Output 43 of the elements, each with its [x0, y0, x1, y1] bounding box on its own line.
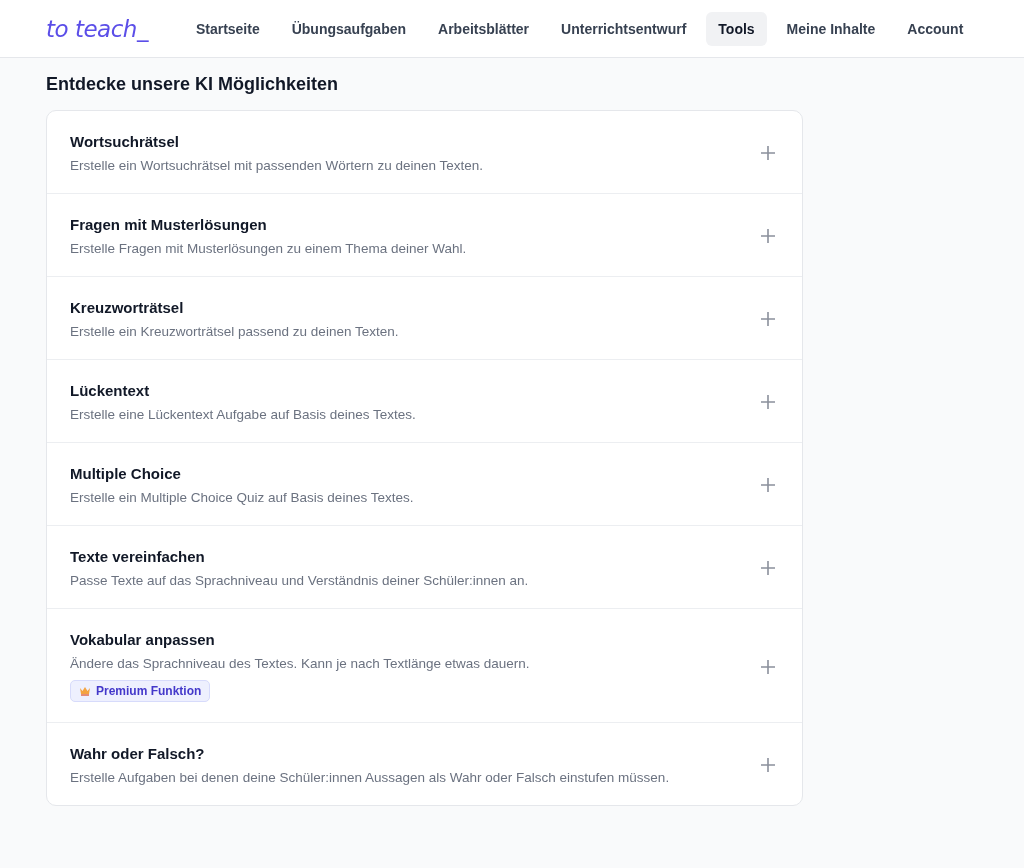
tool-title: Texte vereinfachen — [70, 548, 206, 565]
tool-row[interactable]: Kreuzworträtsel Erstelle ein Kreuzworträtsel passend zu deinen Texten. — [47, 277, 802, 360]
logo[interactable]: to teach_ — [46, 15, 148, 42]
tool-row[interactable]: Lückentext Erstelle eine Lückentext Aufgabe auf Basis deines Textes. — [47, 360, 802, 443]
tool-row[interactable]: Vokabular anpassen Ändere das Sprachniveau des Textes. Kann je nach Textlänge etwas dauern. Premium Funktion — [47, 609, 802, 723]
tool-title: Multiple Choice — [70, 465, 182, 482]
crown-icon — [79, 686, 91, 696]
nav-link[interactable]: Meine Inhalte — [774, 11, 888, 46]
tool-title: Lückentext — [70, 382, 151, 399]
plus-icon[interactable] — [761, 659, 775, 674]
plus-icon[interactable] — [761, 395, 775, 409]
nav-link[interactable]: Account — [895, 11, 976, 46]
plus-icon[interactable] — [761, 478, 775, 492]
tool-row[interactable]: Wahr oder Falsch? Erstelle Aufgaben bei denen deine Schüler:innen Aussagen als Wahr oder Falsch einstufen müssen. — [47, 723, 802, 805]
tool-title: Kreuzworträtsel — [70, 299, 185, 316]
tool-title: Fragen mit Musterlösungen — [70, 216, 268, 233]
plus-icon[interactable] — [761, 758, 775, 772]
tool-description: Erstelle ein Wortsuchrätsel mit passenden Wörtern zu deinen Texten. — [70, 158, 483, 173]
plus-icon[interactable] — [761, 561, 775, 575]
plus-icon[interactable] — [761, 312, 775, 326]
tool-row[interactable]: Texte vereinfachen Passe Texte auf das Sprachniveau und Verständnis deiner Schüler:innen an. — [47, 526, 802, 609]
tool-description: Erstelle Aufgaben bei denen deine Schüler:innen Aussagen als Wahr oder Falsch einstufen müssen. — [70, 770, 670, 785]
badge-label: Premium Funktion — [96, 684, 202, 698]
nav-link[interactable]: Unterrichtsentwurf — [549, 11, 699, 46]
nav-link[interactable]: Tools — [706, 11, 767, 46]
nav-link[interactable]: Startseite — [183, 11, 272, 46]
page-heading: Entdecke unsere KI Möglichkeiten — [46, 74, 340, 95]
plus-icon[interactable] — [761, 146, 775, 160]
tool-title: Wortsuchrätsel — [70, 133, 180, 150]
tool-description: Erstelle ein Kreuzworträtsel passend zu deinen Texten. — [70, 324, 399, 339]
tool-description: Passe Texte auf das Sprachniveau und Verständnis deiner Schüler:innen an. — [70, 573, 529, 588]
plus-icon[interactable] — [761, 229, 775, 243]
tool-description: Erstelle eine Lückentext Aufgabe auf Basis deines Textes. — [70, 407, 416, 422]
nav-link[interactable]: Übungsaufgaben — [279, 11, 419, 46]
tool-title: Wahr oder Falsch? — [70, 745, 206, 762]
tool-row[interactable]: Wortsuchrätsel Erstelle ein Wortsuchrätsel mit passenden Wörtern zu deinen Texten. — [47, 111, 802, 194]
tool-description: Erstelle Fragen mit Musterlösungen zu einem Thema deiner Wahl. — [70, 241, 467, 256]
tool-row[interactable]: Multiple Choice Erstelle ein Multiple Choice Quiz auf Basis deines Textes. — [47, 443, 802, 526]
tool-row[interactable]: Fragen mit Musterlösungen Erstelle Fragen mit Musterlösungen zu einem Thema deiner Wahl. — [47, 194, 802, 277]
tool-description: Erstelle ein Multiple Choice Quiz auf Basis deines Textes. — [70, 490, 414, 505]
tool-description: Ändere das Sprachniveau des Textes. Kann je nach Textlänge etwas dauern. — [70, 656, 530, 671]
tool-title: Vokabular anpassen — [70, 631, 216, 648]
nav-link[interactable]: Arbeitsblätter — [426, 11, 542, 46]
